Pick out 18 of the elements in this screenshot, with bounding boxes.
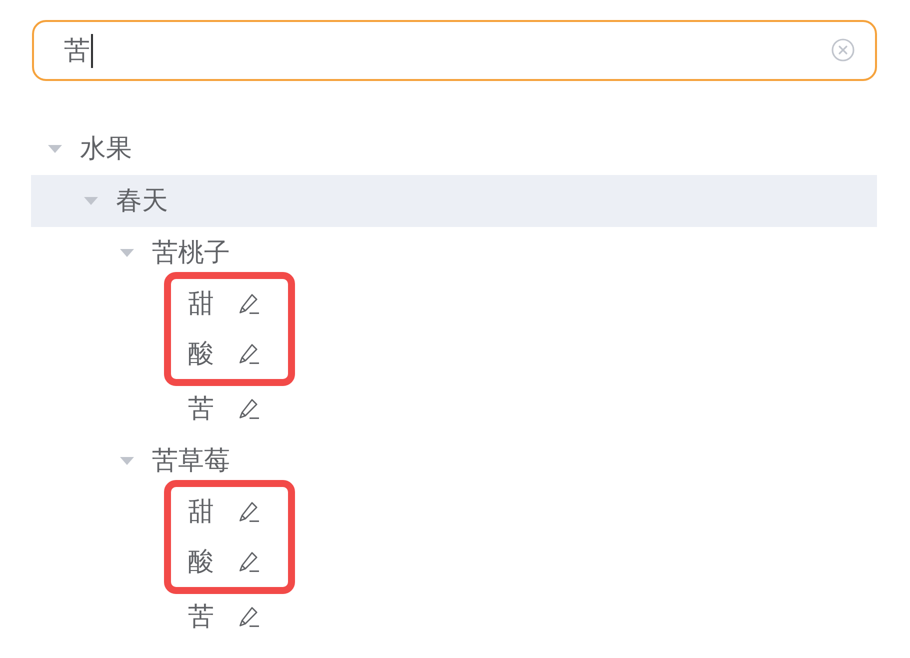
tree-item[interactable]: 酸 <box>171 537 288 587</box>
tree-item[interactable]: 苦 <box>164 591 877 643</box>
tree-item[interactable]: 水果 <box>31 123 877 175</box>
pencil-icon[interactable] <box>237 397 261 421</box>
tree-item[interactable]: 春天 <box>31 175 877 227</box>
tree-item[interactable]: 苦桃子 <box>31 227 877 279</box>
tree-item[interactable]: 甜 <box>171 487 288 537</box>
text-caret-icon <box>91 34 93 68</box>
tree-item[interactable]: 酸 <box>171 329 288 379</box>
tree-item[interactable]: 苦 <box>164 383 877 435</box>
tree-item[interactable]: 甜 <box>171 279 288 329</box>
search-field[interactable]: 苦 <box>32 20 877 81</box>
pencil-icon[interactable] <box>237 550 261 574</box>
pencil-icon[interactable] <box>237 292 261 316</box>
tree-item[interactable]: 苦草莓 <box>31 435 877 487</box>
pencil-icon[interactable] <box>237 500 261 524</box>
pencil-icon[interactable] <box>237 605 261 629</box>
pencil-icon[interactable] <box>237 342 261 366</box>
